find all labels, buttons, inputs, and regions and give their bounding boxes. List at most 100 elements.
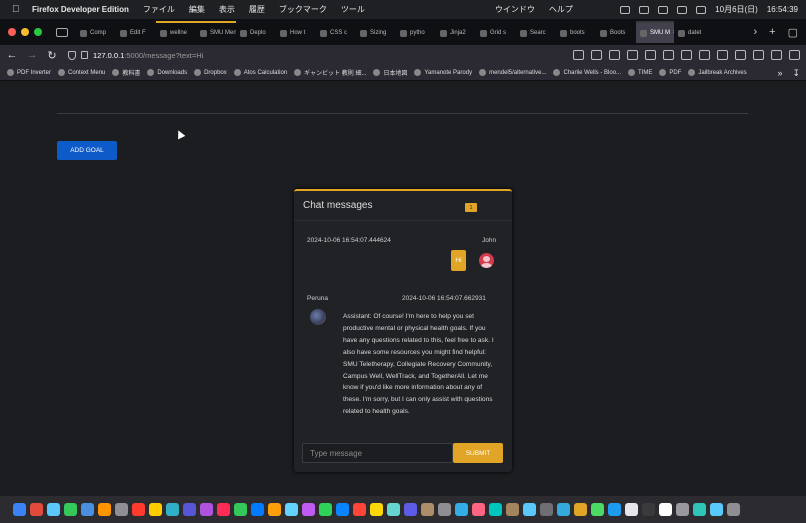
dock-app-icon[interactable] [506,503,519,516]
close-window-button[interactable] [8,28,16,36]
browser-tab[interactable]: pytho [396,21,436,43]
dock-app-icon[interactable] [353,503,366,516]
account-icon[interactable] [681,50,692,60]
dock-app-icon[interactable] [642,503,655,516]
shield-icon[interactable] [627,50,638,60]
extension-icon-4[interactable] [753,50,764,60]
dock-app-icon[interactable] [268,503,281,516]
hamburger-menu-icon[interactable] [789,50,800,60]
dock-app-icon[interactable] [591,503,604,516]
wrench-icon[interactable] [663,50,674,60]
page-info-icon[interactable] [81,51,88,59]
dock-app-icon[interactable] [132,503,145,516]
menu-window[interactable]: ウインドウ [495,4,535,15]
dock-app-icon[interactable] [693,503,706,516]
dock-app-icon[interactable] [370,503,383,516]
dock-app-icon[interactable] [183,503,196,516]
dock-app-icon[interactable] [13,503,26,516]
tab-overview-icon[interactable] [56,27,68,37]
dock-app-icon[interactable] [659,503,672,516]
dock-app-icon[interactable] [472,503,485,516]
bookmark-item[interactable]: 日本地図 [373,68,407,77]
browser-tab[interactable]: Edit F [116,21,156,43]
dock-app-icon[interactable] [234,503,247,516]
dock-app-icon[interactable] [438,503,451,516]
bookmark-item[interactable]: Jailbreak Archives [688,69,747,76]
bookmark-item[interactable]: TIME [628,69,652,76]
browser-tab[interactable]: Boots [596,21,636,43]
grid-icon[interactable] [591,50,602,60]
reader-view-icon[interactable] [573,50,584,60]
url-text[interactable]: 127.0.0.1:5000/message?text=Hi [93,51,203,60]
dock-app-icon[interactable] [149,503,162,516]
bookmark-item[interactable]: PDF [659,69,681,76]
dock-app-icon[interactable] [421,503,434,516]
bookmark-item[interactable]: Downloads [147,69,187,76]
bookmark-item[interactable]: ギャンビット 教則 細... [294,68,366,77]
dock-app-icon[interactable] [608,503,621,516]
menu-history[interactable]: 履歴 [249,4,265,15]
dock-app-icon[interactable] [710,503,723,516]
apple-icon[interactable]:  [12,4,22,15]
browser-tab[interactable]: How t [276,21,316,43]
dock-app-icon[interactable] [30,503,43,516]
extension-icon-5[interactable] [771,50,782,60]
reload-icon[interactable]: ↻ [44,49,60,62]
browser-tab[interactable]: Sizing [356,21,396,43]
extension-icon-3[interactable] [735,50,746,60]
glasses-icon[interactable] [699,50,710,60]
dock-app-icon[interactable] [251,503,264,516]
dock-app-icon[interactable] [319,503,332,516]
menu-bookmarks[interactable]: ブックマーク [279,4,327,15]
browser-tab[interactable]: SMU M× [636,21,674,43]
menu-file[interactable]: ファイル [143,4,175,15]
submit-button[interactable]: SUBMIT [453,443,503,463]
new-tab-icon[interactable]: + [769,26,775,38]
dock-app-icon[interactable] [81,503,94,516]
dock-app-icon[interactable] [625,503,638,516]
menu-tools[interactable]: ツール [341,4,365,15]
dock-app-icon[interactable] [115,503,128,516]
menubar-clock[interactable]: 16:54:39 [767,5,798,14]
tracking-protection-shield-icon[interactable] [68,50,76,60]
address-bar[interactable]: 127.0.0.1:5000/message?text=Hi [64,47,626,63]
browser-tab[interactable]: Jinja2 [436,21,476,43]
menubar-date[interactable]: 10月6日(日) [715,4,758,15]
scroll-tabs-right-icon[interactable]: › [753,26,757,38]
bookmark-item[interactable]: mendel5/alternative... [479,69,546,76]
bookmark-item[interactable]: Dropbox [194,69,227,76]
forward-arrow-icon[interactable]: → [24,49,40,61]
zoom-window-button[interactable] [34,28,42,36]
dock-app-icon[interactable] [336,503,349,516]
bookmark-item[interactable]: Context Menu [58,69,105,76]
bookmark-item[interactable]: 教科書 [112,68,140,77]
dock-app-icon[interactable] [98,503,111,516]
screen-mirror-icon[interactable] [620,5,631,14]
bookmark-star-icon[interactable] [609,50,620,60]
browser-tab[interactable]: Searc [516,21,556,43]
dock-app-icon[interactable] [47,503,60,516]
browser-tab[interactable]: CSS c [316,21,356,43]
bookmark-item[interactable]: PDF Inverter [7,69,51,76]
dock-app-icon[interactable] [574,503,587,516]
dock-app-icon[interactable] [285,503,298,516]
downloads-icon[interactable]: ↧ [792,68,800,79]
browser-tab[interactable]: Grid s [476,21,516,43]
control-center-icon[interactable] [696,5,707,14]
browser-tab[interactable]: wellne [156,21,196,43]
browser-tab[interactable]: datet [674,21,714,43]
dock-app-icon[interactable] [64,503,77,516]
browser-tab[interactable]: boots [556,21,596,43]
app-name-menu[interactable]: Firefox Developer Edition [32,5,129,14]
browser-tab[interactable]: Comp [76,21,116,43]
back-arrow-icon[interactable]: ← [4,49,20,61]
dock-app-icon[interactable] [302,503,315,516]
dock-app-icon[interactable] [540,503,553,516]
menu-edit[interactable]: 編集 [189,4,205,15]
display-icon[interactable] [639,5,650,14]
browser-tab[interactable]: Deplo [236,21,276,43]
more-bookmarks-icon[interactable]: » [777,68,782,78]
message-input[interactable] [302,443,453,463]
input-method-icon[interactable] [658,5,669,14]
wifi-icon[interactable] [677,5,688,14]
